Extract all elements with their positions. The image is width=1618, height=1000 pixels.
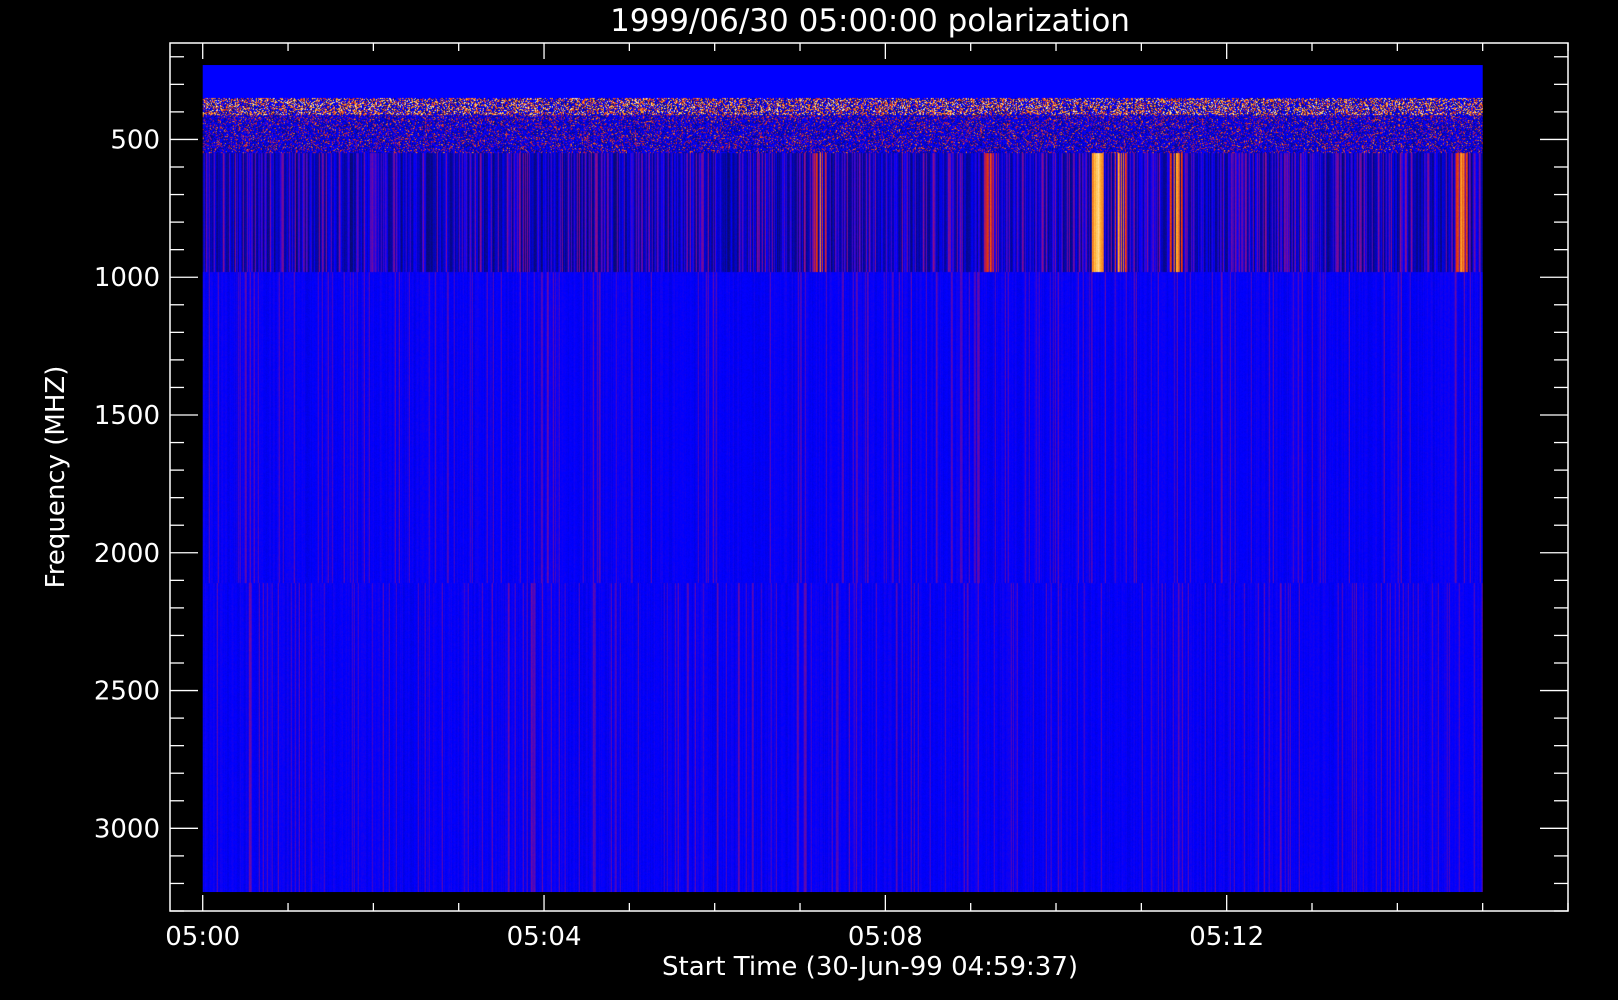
y-tick-label: 2000	[94, 539, 160, 569]
heatmap-image	[202, 65, 1483, 893]
y-tick-label: 500	[110, 125, 160, 155]
y-axis-label: Frequency (MHZ)	[41, 366, 71, 589]
spectrogram-chart: 1999/06/30 05:00:00 polarization 05:00 05…	[41, 3, 1569, 982]
x-tick-label: 05:12	[1189, 922, 1264, 952]
x-tick-label: 05:08	[848, 922, 923, 952]
x-tick-label: 05:00	[165, 922, 240, 952]
x-axis-label: Start Time (30-Jun-99 04:59:37)	[662, 952, 1078, 982]
y-tick-label: 1000	[94, 263, 160, 293]
y-tick-label: 3000	[94, 814, 160, 844]
x-tick-label: 05:04	[507, 922, 582, 952]
y-tick-label: 1500	[94, 401, 160, 431]
heatmap-area	[202, 65, 1483, 893]
chart-title: 1999/06/30 05:00:00 polarization	[610, 3, 1130, 39]
y-tick-label: 2500	[94, 677, 160, 707]
